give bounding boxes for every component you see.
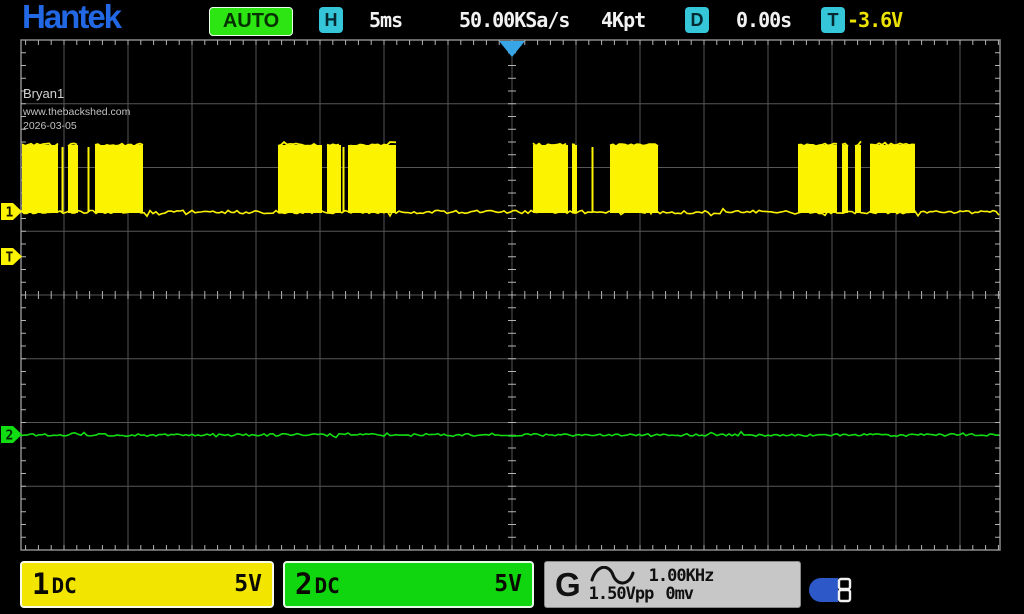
ch2-trace <box>21 432 999 438</box>
generator-status-box[interactable]: G 1.00KHz 1.50Vpp 0mv <box>544 561 801 608</box>
channel-markers: 1 T 2 <box>1 41 525 444</box>
ch1-number: 1 <box>32 570 49 599</box>
generator-offset: 0mv <box>665 586 693 603</box>
ch2-marker-label: 2 <box>6 429 14 444</box>
graticule <box>21 40 1000 550</box>
ch1-scale: 5V <box>234 573 262 596</box>
website-annotation: www.thebackshed.com <box>23 106 130 118</box>
trigger-position-marker[interactable] <box>499 41 525 57</box>
trigger-marker-label: T <box>6 251 14 266</box>
scope-display: 1 T 2 <box>0 0 1024 614</box>
generator-amplitude: 1.50Vpp <box>589 586 654 603</box>
generator-label: G <box>555 566 581 604</box>
ch1-coupling: DC <box>51 576 76 597</box>
ch2-scale: 5V <box>494 573 522 596</box>
date-annotation: 2026-03-05 <box>23 120 77 132</box>
sine-wave-icon <box>589 566 635 586</box>
usb-device-icon <box>808 577 854 603</box>
ch1-trace <box>21 141 999 216</box>
ch1-marker-label: 1 <box>6 206 14 221</box>
generator-frequency: 1.00KHz <box>649 568 714 585</box>
oscilloscope-screen: Hantek AUTO H 5ms 50.00KSa/s 4Kpt D 0.00… <box>0 0 1024 614</box>
ch2-status-box[interactable]: 2 DC 5V <box>283 561 534 608</box>
user-annotation: Bryan1 <box>23 86 64 101</box>
ch1-status-box[interactable]: 1 DC 5V <box>20 561 274 608</box>
ch2-coupling: DC <box>314 576 339 597</box>
ch2-number: 2 <box>295 570 312 599</box>
